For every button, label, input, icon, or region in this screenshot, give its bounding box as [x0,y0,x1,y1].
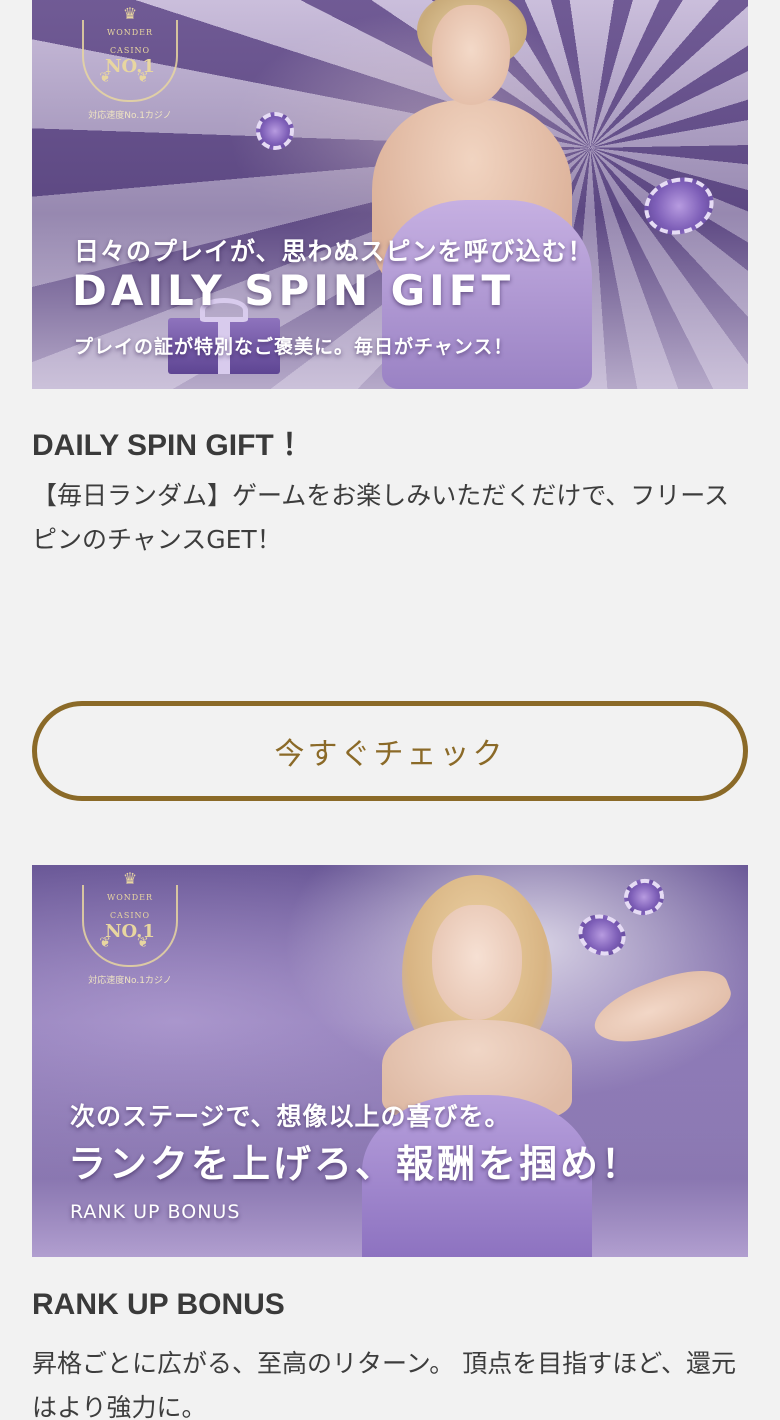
casino-chip-icon [256,112,294,150]
badge-wonder: WONDER [106,28,154,37]
casino-chip-icon [621,875,667,919]
model-figure [332,0,602,389]
model-hand [586,957,738,1058]
banner-headline: 次のステージで、想像以上の喜びを。 [70,1102,511,1131]
banner-title: DAILY SPIN GIFT [72,266,515,315]
crown-icon: WONDER CASINO NO.1 ❦❦ [82,869,178,967]
badge-casino: CASINO [109,46,151,55]
no1-casino-badge: WONDER CASINO NO.1 ❦❦ 対応速度No.1カジノ [70,4,190,121]
banner-title: ランクを上げろ、報酬を掴め！ [68,1142,643,1186]
promo-description: 昇格ごとに広がる、至高のリターン。 頂点を目指すほど、還元はより強力に。 [32,1349,736,1420]
badge-caption: 対応速度No.1カジノ [88,976,172,986]
laurel-icon: ❦❦ [99,70,175,86]
laurel-icon: ❦❦ [99,935,175,951]
model-figure [362,875,592,1257]
promo-title: RANK UP BONUS [32,1288,285,1321]
badge-wonder: WONDER [106,893,154,902]
daily-spin-gift-banner[interactable]: WONDER CASINO NO.1 ❦❦ 対応速度No.1カジノ 日々のプレイ… [32,0,748,389]
promo-title: DAILY SPIN GIFT ！ [32,429,313,462]
check-now-button[interactable]: 今すぐチェック [32,701,748,801]
promotions-page: WONDER CASINO NO.1 ❦❦ 対応速度No.1カジノ 日々のプレイ… [0,0,780,1420]
banner-subline: RANK UP BONUS [70,1201,241,1223]
casino-chip-icon [637,169,721,243]
no1-casino-badge: WONDER CASINO NO.1 ❦❦ 対応速度No.1カジノ [70,869,190,986]
banner-subline: プレイの証が特別なご褒美に。毎日がチャンス！ [74,336,514,358]
badge-caption: 対応速度No.1カジノ [88,111,172,121]
promo-description: 【毎日ランダム】ゲームをお楽しみいただくだけで、フリースピンのチャンスGET！ [32,481,730,554]
crown-icon: WONDER CASINO NO.1 ❦❦ [82,4,178,102]
banner-headline: 日々のプレイが、思わぬスピンを呼び込む！ [74,237,594,266]
badge-casino: CASINO [109,911,151,920]
rank-up-bonus-banner[interactable]: WONDER CASINO NO.1 ❦❦ 対応速度No.1カジノ 次のステージ… [32,865,748,1257]
